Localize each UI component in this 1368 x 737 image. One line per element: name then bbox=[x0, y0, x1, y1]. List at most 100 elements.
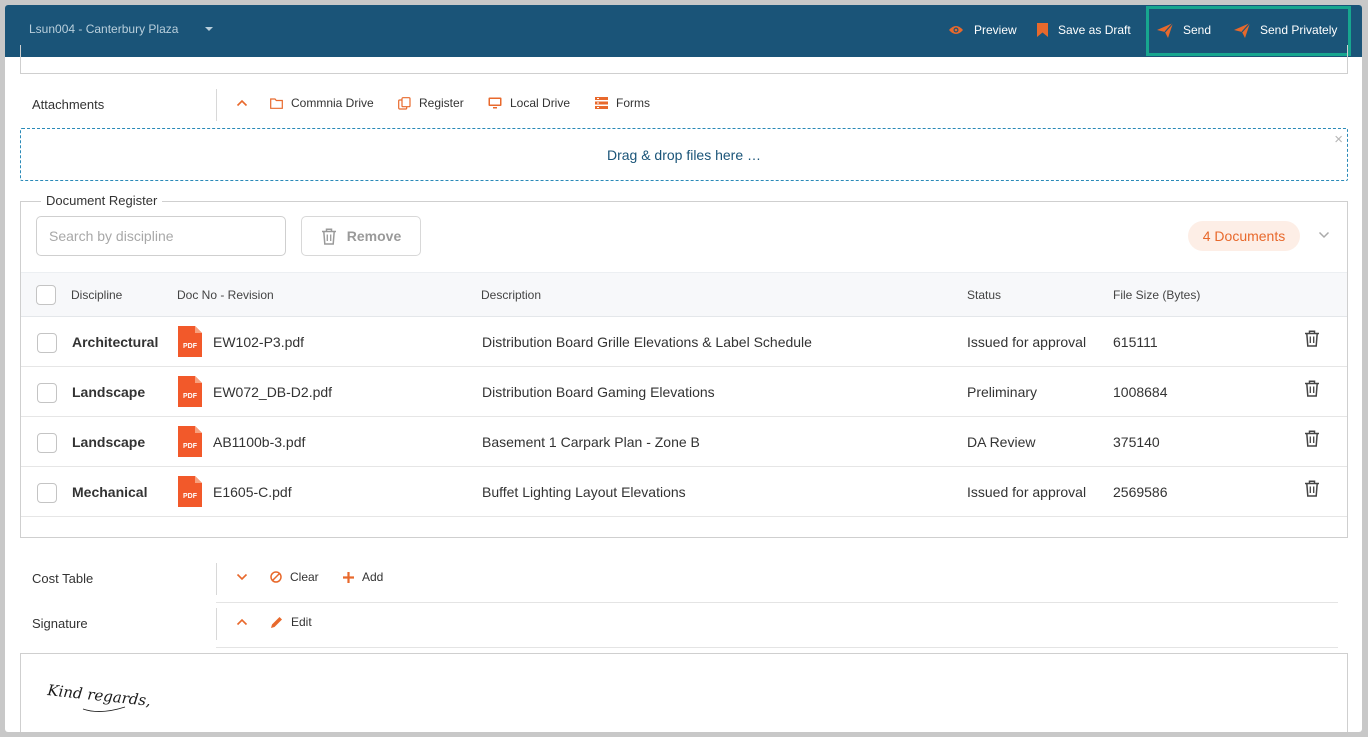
document-count-badge: 4 Documents bbox=[1188, 221, 1300, 251]
pdf-file-icon: PDF bbox=[178, 376, 202, 407]
clear-button[interactable]: Clear bbox=[270, 570, 319, 584]
pdf-file-icon: PDF bbox=[178, 476, 202, 507]
divider bbox=[216, 608, 217, 640]
discipline-cell: Landscape bbox=[72, 434, 146, 450]
paper-plane-icon bbox=[1157, 22, 1173, 38]
column-header[interactable]: Description bbox=[481, 288, 541, 302]
trash-icon[interactable] bbox=[1304, 330, 1320, 347]
signature-image: Kind regards, bbox=[46, 681, 152, 712]
chevron-down-icon[interactable] bbox=[203, 22, 215, 36]
divider bbox=[216, 89, 217, 121]
row-checkbox[interactable] bbox=[37, 433, 57, 453]
email-compose-window: Lsun004 - Canterbury Plaza Preview Save … bbox=[5, 5, 1362, 732]
preview-button[interactable]: Preview bbox=[948, 20, 1017, 40]
file-size-cell: 2569586 bbox=[1113, 484, 1168, 500]
column-header[interactable]: File Size (Bytes) bbox=[1113, 288, 1200, 302]
preview-label: Preview bbox=[974, 23, 1017, 37]
doc-link[interactable]: E1605-C.pdf bbox=[213, 484, 292, 500]
divider bbox=[216, 563, 217, 595]
table-row: Architectural PDF EW102-P3.pdf Distribut… bbox=[21, 317, 1347, 367]
commnia-drive-button[interactable]: Commnia Drive bbox=[270, 96, 374, 110]
row-checkbox[interactable] bbox=[37, 383, 57, 403]
ban-icon bbox=[270, 571, 282, 583]
row-checkbox[interactable] bbox=[37, 333, 57, 353]
save-draft-button[interactable]: Save as Draft bbox=[1037, 20, 1131, 40]
file-size-cell: 375140 bbox=[1113, 434, 1160, 450]
discipline-cell: Landscape bbox=[72, 384, 146, 400]
clear-label: Clear bbox=[290, 570, 319, 584]
table-row: Landscape PDF AB1100b-3.pdf Basement 1 C… bbox=[21, 417, 1347, 467]
local-drive-button[interactable]: Local Drive bbox=[488, 96, 570, 110]
remove-label: Remove bbox=[346, 228, 402, 244]
add-label: Add bbox=[362, 570, 384, 584]
send-privately-button[interactable]: Send Privately bbox=[1234, 20, 1337, 40]
signature-box[interactable] bbox=[20, 653, 1348, 732]
register-label: Register bbox=[419, 96, 464, 110]
send-button[interactable]: Send bbox=[1157, 20, 1211, 40]
file-size-cell: 615111 bbox=[1113, 334, 1158, 350]
save-draft-label: Save as Draft bbox=[1058, 23, 1131, 37]
status-cell: Preliminary bbox=[967, 384, 1038, 400]
svg-text:Kind regards,: Kind regards, bbox=[46, 681, 152, 710]
document-register-title: Document Register bbox=[41, 193, 163, 208]
select-all-checkbox[interactable] bbox=[36, 285, 56, 305]
forms-button[interactable]: Forms bbox=[595, 96, 650, 110]
search-input[interactable] bbox=[36, 216, 286, 256]
local-drive-label: Local Drive bbox=[510, 96, 571, 110]
chevron-down-icon[interactable] bbox=[1318, 231, 1330, 239]
commnia-drive-label: Commnia Drive bbox=[291, 96, 374, 110]
attachments-label: Attachments bbox=[32, 97, 105, 112]
row-checkbox[interactable] bbox=[37, 483, 57, 503]
trash-icon[interactable] bbox=[1304, 380, 1320, 397]
copy-icon bbox=[398, 96, 411, 110]
eye-icon bbox=[949, 26, 963, 34]
trash-icon bbox=[321, 228, 336, 245]
table-row: Landscape PDF EW072_DB-D2.pdf Distributi… bbox=[21, 367, 1347, 417]
svg-text:PDF: PDF bbox=[183, 443, 198, 450]
add-button[interactable]: Add bbox=[343, 570, 383, 584]
description-cell: Buffet Lighting Layout Elevations bbox=[482, 484, 686, 500]
send-label: Send bbox=[1183, 23, 1212, 37]
folder-icon bbox=[270, 97, 283, 109]
file-dropzone[interactable]: Drag & drop files here … × bbox=[20, 128, 1348, 181]
remove-button[interactable]: Remove bbox=[301, 216, 421, 256]
doc-link[interactable]: EW102-P3.pdf bbox=[213, 334, 304, 350]
column-header[interactable]: Status bbox=[967, 288, 1001, 302]
chevron-down-icon[interactable] bbox=[236, 573, 248, 581]
status-cell: Issued for approval bbox=[967, 334, 1087, 350]
doc-link[interactable]: EW072_DB-D2.pdf bbox=[213, 384, 332, 400]
column-header[interactable]: Discipline bbox=[71, 288, 122, 302]
register-button[interactable]: Register bbox=[398, 96, 464, 110]
trash-icon[interactable] bbox=[1304, 480, 1320, 497]
doc-link[interactable]: AB1100b-3.pdf bbox=[213, 434, 305, 450]
description-cell: Distribution Board Gaming Elevations bbox=[482, 384, 715, 400]
signature-label: Signature bbox=[32, 616, 88, 631]
pdf-file-icon: PDF bbox=[178, 326, 202, 357]
chevron-up-icon[interactable] bbox=[236, 618, 248, 626]
column-header[interactable]: Doc No - Revision bbox=[177, 288, 274, 302]
edit-label: Edit bbox=[291, 615, 312, 629]
pdf-file-icon: PDF bbox=[178, 426, 202, 457]
svg-text:PDF: PDF bbox=[183, 343, 198, 350]
monitor-icon bbox=[488, 97, 502, 109]
chevron-up-icon[interactable] bbox=[236, 99, 248, 107]
project-selector[interactable]: Lsun004 - Canterbury Plaza bbox=[29, 22, 178, 36]
discipline-cell: Mechanical bbox=[72, 484, 148, 500]
discipline-cell: Architectural bbox=[72, 334, 159, 350]
message-body-box[interactable] bbox=[20, 45, 1348, 74]
svg-text:PDF: PDF bbox=[183, 393, 198, 400]
cost-table-label: Cost Table bbox=[32, 571, 94, 586]
pencil-icon bbox=[271, 616, 282, 628]
description-cell: Basement 1 Carpark Plan - Zone B bbox=[482, 434, 700, 450]
trash-icon[interactable] bbox=[1304, 430, 1320, 447]
forms-icon bbox=[595, 97, 608, 109]
plus-icon bbox=[343, 571, 354, 583]
table-row: Mechanical PDF E1605-C.pdf Buffet Lighti… bbox=[21, 467, 1347, 517]
divider bbox=[216, 602, 1338, 603]
paper-plane-icon bbox=[1234, 22, 1250, 38]
bookmark-icon bbox=[1037, 23, 1048, 37]
edit-signature-button[interactable]: Edit bbox=[270, 615, 312, 629]
close-icon[interactable]: × bbox=[1334, 131, 1343, 148]
file-size-cell: 1008684 bbox=[1113, 384, 1168, 400]
svg-text:PDF: PDF bbox=[183, 493, 198, 500]
